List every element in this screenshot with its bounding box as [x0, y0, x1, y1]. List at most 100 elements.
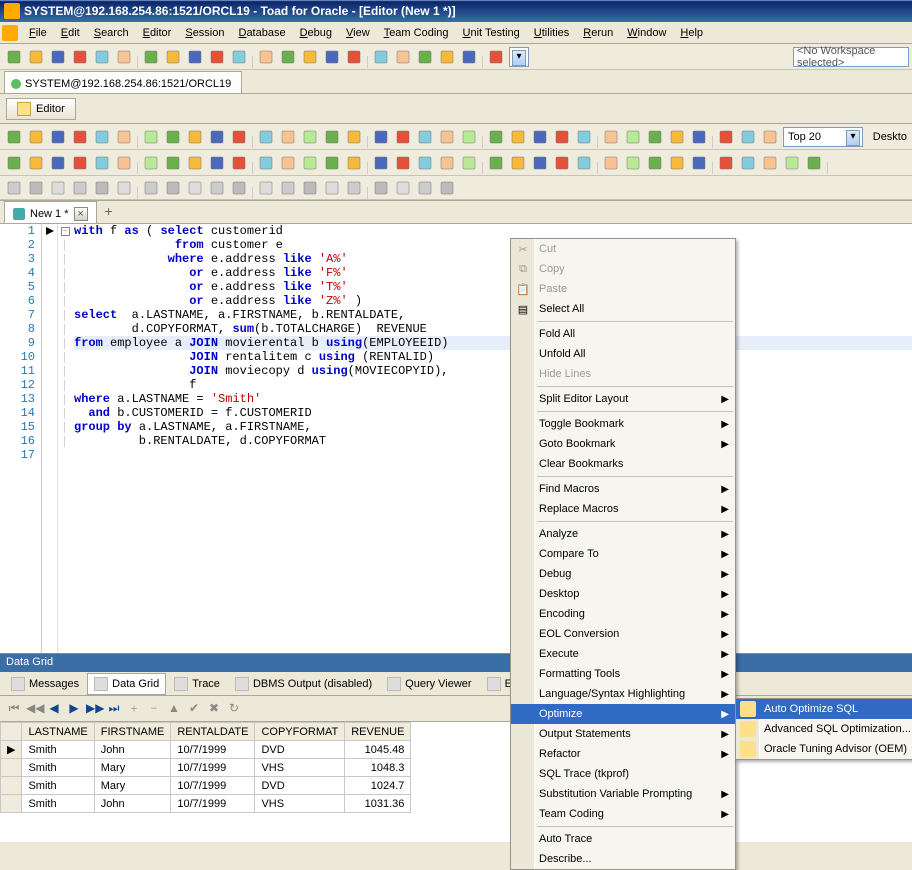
ctx-eol-conversion[interactable]: EOL Conversion▶	[511, 624, 735, 644]
code-editor[interactable]: 1234567891011121314151617 −│││││││││││││…	[0, 224, 912, 654]
toolbar-button[interactable]	[162, 177, 184, 199]
toolbar-button[interactable]	[206, 46, 228, 68]
ctx-clear-bookmarks[interactable]: Clear Bookmarks	[511, 454, 735, 474]
toolbar-button[interactable]	[551, 126, 573, 148]
col-header[interactable]: REVENUE	[345, 723, 411, 741]
nav-commit-button[interactable]: ✔	[186, 701, 202, 716]
toolbar-button[interactable]	[414, 46, 436, 68]
toolbar-button[interactable]	[113, 126, 135, 148]
menu-unit-testing[interactable]: Unit Testing	[456, 24, 527, 42]
ctx-find-macros[interactable]: Find Macros▶	[511, 479, 735, 499]
ctx-encoding[interactable]: Encoding▶	[511, 604, 735, 624]
file-tab-close-button[interactable]: ×	[74, 207, 88, 221]
toolbar-button[interactable]	[507, 152, 529, 174]
toolbar-button[interactable]	[277, 126, 299, 148]
menu-view[interactable]: View	[339, 24, 377, 42]
top-n-combo[interactable]: Top 20	[783, 127, 863, 147]
output-tab-messages[interactable]: Messages	[4, 673, 86, 695]
ctx-goto-bookmark[interactable]: Goto Bookmark▶	[511, 434, 735, 454]
ctx-refactor[interactable]: Refactor▶	[511, 744, 735, 764]
toolbar-button[interactable]	[206, 177, 228, 199]
toolbar-button[interactable]	[392, 152, 414, 174]
table-row[interactable]: SmithMary10/7/1999VHS1048.3	[1, 759, 411, 777]
toolbar-button[interactable]	[343, 177, 365, 199]
toolbar-button[interactable]	[370, 126, 392, 148]
toolbar-button[interactable]	[140, 126, 162, 148]
toolbar-button[interactable]	[715, 126, 737, 148]
toolbar-button[interactable]	[485, 126, 507, 148]
nav-delete-button[interactable]: −	[146, 701, 162, 716]
menu-rerun[interactable]: Rerun	[576, 24, 620, 42]
toolbar-button[interactable]	[485, 152, 507, 174]
toolbar-button[interactable]	[414, 177, 436, 199]
toolbar-button[interactable]	[458, 126, 480, 148]
toolbar-button[interactable]	[47, 152, 69, 174]
toolbar-button[interactable]	[3, 46, 25, 68]
ctx-select-all[interactable]: ▤Select All	[511, 299, 735, 319]
ctx-formatting-tools[interactable]: Formatting Tools▶	[511, 664, 735, 684]
toolbar-button[interactable]	[162, 152, 184, 174]
ctx-analyze[interactable]: Analyze▶	[511, 524, 735, 544]
toolbar-button[interactable]	[436, 152, 458, 174]
toolbar-button[interactable]	[370, 177, 392, 199]
nav-add-button[interactable]: +	[126, 701, 142, 716]
toolbar-button[interactable]	[803, 152, 825, 174]
menu-help[interactable]: Help	[673, 24, 710, 42]
toolbar-button[interactable]	[343, 126, 365, 148]
col-header[interactable]: FIRSTNAME	[94, 723, 171, 741]
menu-edit[interactable]: Edit	[54, 24, 87, 42]
toolbar-button[interactable]	[255, 126, 277, 148]
toolbar-button[interactable]	[69, 177, 91, 199]
toolbar-button[interactable]	[184, 177, 206, 199]
ctx-debug[interactable]: Debug▶	[511, 564, 735, 584]
toolbar-button[interactable]	[666, 126, 688, 148]
toolbar-button[interactable]	[414, 152, 436, 174]
toolbar-button[interactable]	[715, 152, 737, 174]
history-dropdown[interactable]	[509, 47, 529, 67]
menu-team-coding[interactable]: Team Coding	[377, 24, 456, 42]
toolbar-button[interactable]	[91, 152, 113, 174]
toolbar-button[interactable]	[343, 46, 365, 68]
ctx-describe-[interactable]: Describe...	[511, 849, 735, 869]
toolbar-button[interactable]	[255, 46, 277, 68]
toolbar-button[interactable]	[228, 46, 250, 68]
menu-file[interactable]: File	[22, 24, 54, 42]
ctx-team-coding[interactable]: Team Coding▶	[511, 804, 735, 824]
nav-refresh-button[interactable]: ↻	[226, 701, 242, 716]
toolbar-button[interactable]	[321, 46, 343, 68]
nav-cancel-button[interactable]: ✖	[206, 701, 222, 716]
toolbar-button[interactable]	[3, 177, 25, 199]
toolbar-button[interactable]	[299, 152, 321, 174]
toolbar-button[interactable]	[184, 46, 206, 68]
toolbar-button[interactable]	[370, 46, 392, 68]
menu-window[interactable]: Window	[620, 24, 673, 42]
toolbar-button[interactable]	[458, 152, 480, 174]
connection-tab[interactable]: SYSTEM@192.168.254.86:1521/ORCL19	[4, 71, 242, 93]
toolbar-button[interactable]	[370, 152, 392, 174]
toolbar-button[interactable]	[436, 126, 458, 148]
menu-utilities[interactable]: Utilities	[527, 24, 576, 42]
col-header[interactable]: COPYFORMAT	[255, 723, 345, 741]
toolbar-button[interactable]	[781, 152, 803, 174]
toolbar-button[interactable]	[507, 126, 529, 148]
toolbar-button[interactable]	[277, 177, 299, 199]
toolbar-button[interactable]	[184, 126, 206, 148]
ctx-substitution-variable-prompting[interactable]: Substitution Variable Prompting▶	[511, 784, 735, 804]
toolbar-button[interactable]	[436, 177, 458, 199]
toolbar-button[interactable]	[25, 46, 47, 68]
ctx-fold-all[interactable]: Fold All	[511, 324, 735, 344]
toolbar-button[interactable]	[113, 152, 135, 174]
file-tab[interactable]: New 1 * ×	[4, 201, 97, 223]
toolbar-button[interactable]	[737, 152, 759, 174]
toolbar-button[interactable]	[69, 46, 91, 68]
ctx-unfold-all[interactable]: Unfold All	[511, 344, 735, 364]
workspace-combo[interactable]: <No Workspace selected>	[793, 47, 909, 67]
desktop-dropdown-label[interactable]: Deskto	[873, 131, 909, 143]
toolbar-button[interactable]	[321, 177, 343, 199]
ctx-output-statements[interactable]: Output Statements▶	[511, 724, 735, 744]
toolbar-button[interactable]	[228, 177, 250, 199]
toolbar-button[interactable]	[644, 152, 666, 174]
toolbar-button[interactable]	[25, 152, 47, 174]
toolbar-button[interactable]	[458, 46, 480, 68]
nav-edit-button[interactable]: ▲	[166, 701, 182, 716]
